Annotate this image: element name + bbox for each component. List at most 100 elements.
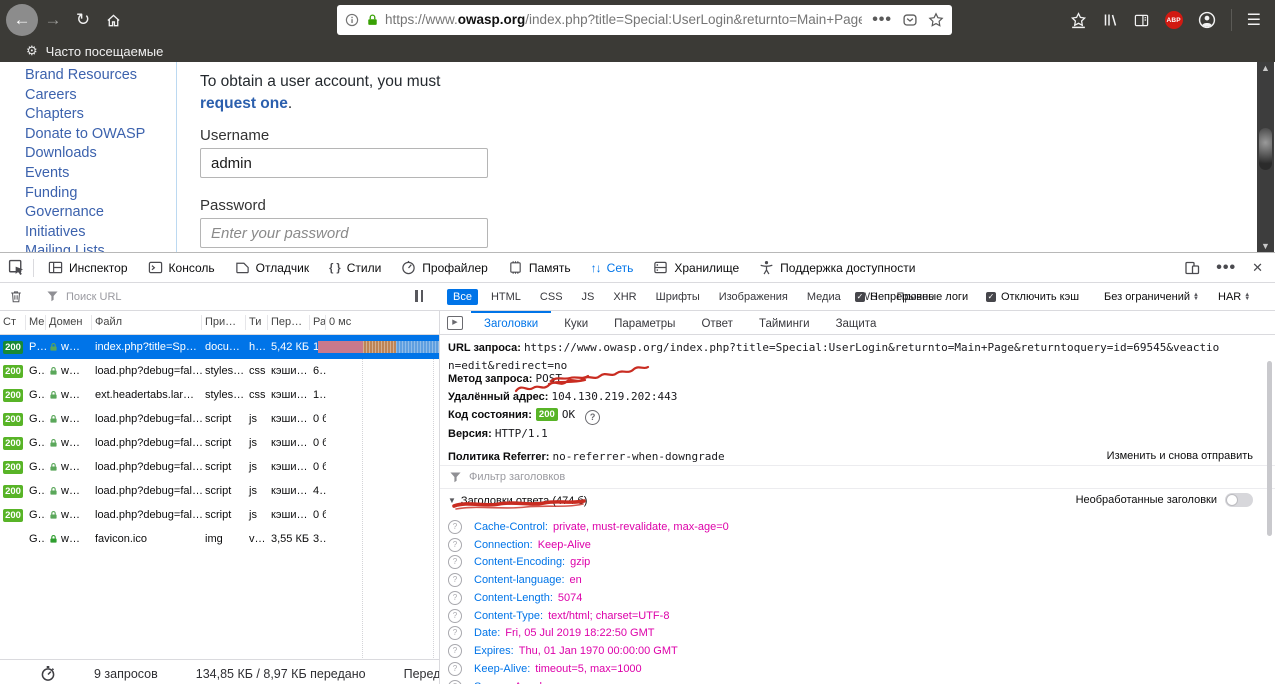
- scroll-down-icon[interactable]: ▼: [1257, 240, 1274, 252]
- url-search-input[interactable]: [64, 289, 358, 304]
- headers-filter-input[interactable]: [467, 470, 771, 484]
- filter-js[interactable]: JS: [576, 289, 601, 305]
- response-header-row[interactable]: ? Content-Length: 5074: [448, 589, 1265, 607]
- bookmark-star-icon[interactable]: [928, 12, 944, 28]
- disable-cache-checkbox[interactable]: ✓ Отключить кэш: [986, 283, 1079, 310]
- filter-css[interactable]: CSS: [534, 289, 569, 305]
- filter-изображения[interactable]: Изображения: [713, 289, 794, 305]
- request-row-3[interactable]: 200 G…w…load.php?debug=fal…script js кэши… 0…: [0, 407, 439, 431]
- column-header-4[interactable]: При…: [202, 315, 246, 330]
- header-help-icon[interactable]: ?: [448, 608, 462, 623]
- filter-html[interactable]: HTML: [485, 289, 527, 305]
- back-button[interactable]: ←: [6, 4, 38, 36]
- url-bar[interactable]: https://www.owasp.org/index.php?title=Sp…: [337, 5, 952, 35]
- filter-шрифты[interactable]: Шрифты: [650, 289, 706, 305]
- response-header-row[interactable]: ? Keep-Alive: timeout=5, max=1000: [448, 660, 1265, 678]
- column-header-1[interactable]: Ме: [26, 315, 46, 330]
- home-button[interactable]: [98, 13, 128, 28]
- column-header-6[interactable]: Пер…: [268, 315, 310, 330]
- request-row-5[interactable]: 200 G…w…load.php?debug=fal…script js кэши… 0…: [0, 455, 439, 479]
- throttling-dropdown[interactable]: Без ограничений ▲ ▼: [1104, 283, 1199, 310]
- response-header-row[interactable]: ? Date: Fri, 05 Jul 2019 18:22:50 GMT: [448, 625, 1265, 643]
- devtools-tab-profiler[interactable]: Профайлер: [391, 253, 498, 282]
- details-tab-ответ[interactable]: Ответ: [688, 311, 745, 334]
- responsive-mode-icon[interactable]: [1184, 260, 1200, 276]
- response-header-row[interactable]: ? Content-language: en: [448, 571, 1265, 589]
- column-header-7[interactable]: Ра: [310, 315, 326, 330]
- page-scrollbar[interactable]: ▲ ▼: [1257, 62, 1274, 252]
- request-row-7[interactable]: 200 G…w…load.php?debug=fal…script js кэши… 0…: [0, 503, 439, 527]
- save-page-star-icon[interactable]: [1070, 11, 1087, 29]
- account-icon[interactable]: [1198, 11, 1216, 29]
- header-help-icon[interactable]: ?: [448, 537, 462, 552]
- response-header-row[interactable]: ? Content-Encoding: gzip: [448, 554, 1265, 572]
- adblock-plus-icon[interactable]: ABP: [1164, 11, 1183, 29]
- details-tab-тайминги[interactable]: Тайминги: [746, 311, 823, 334]
- sidebar-link-governance[interactable]: Governance: [25, 203, 145, 223]
- response-header-row[interactable]: ? Cache-Control: private, must-revalidate,…: [448, 518, 1265, 536]
- har-dropdown[interactable]: HAR ▲ ▼: [1218, 283, 1250, 310]
- request-columns-header[interactable]: Ст Ме Домен Файл При… Ти Пер… Ра 0 мс: [0, 311, 439, 335]
- bookmark-folder-frequent[interactable]: Часто посещаемые: [46, 44, 164, 59]
- column-header-2[interactable]: Домен: [46, 315, 92, 330]
- request-row-4[interactable]: 200 G…w…load.php?debug=fal…script js кэши… 0…: [0, 431, 439, 455]
- scrollbar-thumb[interactable]: [1259, 128, 1272, 170]
- sidebar-link-funding[interactable]: Funding: [25, 184, 145, 204]
- details-tab-куки[interactable]: Куки: [551, 311, 601, 334]
- header-help-icon[interactable]: ?: [448, 519, 462, 534]
- sidebar-link-mailing-lists[interactable]: Mailing Lists: [25, 242, 145, 252]
- password-field[interactable]: [200, 218, 488, 248]
- library-icon[interactable]: [1102, 12, 1118, 28]
- header-help-icon[interactable]: ?: [448, 626, 462, 641]
- details-scrollbar-thumb[interactable]: [1267, 361, 1272, 536]
- filter-xhr[interactable]: XHR: [607, 289, 642, 305]
- pick-element-icon[interactable]: [8, 259, 25, 276]
- devtools-tab-accessibility[interactable]: Поддержка доступности: [749, 253, 925, 282]
- details-tab-защита[interactable]: Защита: [823, 311, 890, 334]
- sidebar-link-chapters[interactable]: Chapters: [25, 105, 145, 125]
- sidebar-link-downloads[interactable]: Downloads: [25, 144, 145, 164]
- help-icon[interactable]: ?: [585, 410, 601, 425]
- request-one-link[interactable]: request one: [200, 95, 288, 112]
- header-help-icon[interactable]: ?: [448, 573, 462, 588]
- column-header-0[interactable]: Ст: [0, 315, 26, 330]
- sidebar-link-donate-to-owasp[interactable]: Donate to OWASP: [25, 125, 145, 145]
- column-header-3[interactable]: Файл: [92, 315, 202, 330]
- info-icon[interactable]: [345, 13, 359, 27]
- raw-headers-toggle[interactable]: [1225, 493, 1253, 507]
- request-row-6[interactable]: 200 G…w…load.php?debug=fal…script js кэши… 4…: [0, 479, 439, 503]
- request-row-8[interactable]: G…w…favicon.ico img v… 3,55 КБ3…: [0, 527, 439, 551]
- devtools-tab-storage[interactable]: Хранилище: [643, 253, 749, 282]
- devtools-tab-console[interactable]: Консоль: [138, 253, 225, 282]
- response-header-row[interactable]: ? Server: Apache: [448, 678, 1265, 684]
- edit-resend-button[interactable]: Изменить и снова отправить: [1107, 450, 1253, 462]
- header-help-icon[interactable]: ?: [448, 661, 462, 676]
- page-actions-icon[interactable]: •••: [872, 11, 892, 29]
- devtools-tab-memory[interactable]: Память: [498, 253, 581, 282]
- details-tab-заголовки[interactable]: Заголовки: [471, 311, 552, 334]
- persist-logs-checkbox[interactable]: ✓ Непрерывные логи: [855, 283, 968, 310]
- response-header-row[interactable]: ? Content-Type: text/html; charset=UTF-8: [448, 607, 1265, 625]
- filter-все[interactable]: Все: [447, 288, 478, 305]
- clear-requests-icon[interactable]: [9, 289, 23, 304]
- scroll-up-icon[interactable]: ▲: [1257, 62, 1274, 74]
- request-row-1[interactable]: 200 G…w…load.php?debug=fal…styles… cssкэши…: [0, 359, 439, 383]
- devtools-tab-styles[interactable]: { } Стили: [319, 253, 391, 282]
- sidebar-link-brand-resources[interactable]: Brand Resources: [25, 66, 145, 86]
- request-row-2[interactable]: 200 G…w…ext.headertabs.lar… styles… cssкэши…: [0, 383, 439, 407]
- devtools-tab-debugger[interactable]: Отладчик: [225, 253, 319, 282]
- details-tab-параметры[interactable]: Параметры: [601, 311, 688, 334]
- devtools-tab-network[interactable]: ↑↓ Сеть: [581, 253, 644, 282]
- lock-icon[interactable]: [366, 13, 379, 27]
- sidebars-icon[interactable]: [1133, 13, 1150, 28]
- menu-icon[interactable]: ☰: [1247, 10, 1261, 30]
- split-console-icon[interactable]: ▶: [447, 316, 463, 330]
- response-header-row[interactable]: ? Connection: Keep-Alive: [448, 536, 1265, 554]
- pocket-icon[interactable]: [902, 13, 918, 28]
- header-help-icon[interactable]: ?: [448, 555, 462, 570]
- request-row-0[interactable]: 200 P… w… index.php?title=Sp… docu… h… 5,42 КБ…: [0, 335, 439, 359]
- header-help-icon[interactable]: ?: [448, 679, 462, 684]
- username-field[interactable]: [200, 148, 488, 178]
- header-help-icon[interactable]: ?: [448, 590, 462, 605]
- devtools-menu-icon[interactable]: •••: [1216, 259, 1236, 277]
